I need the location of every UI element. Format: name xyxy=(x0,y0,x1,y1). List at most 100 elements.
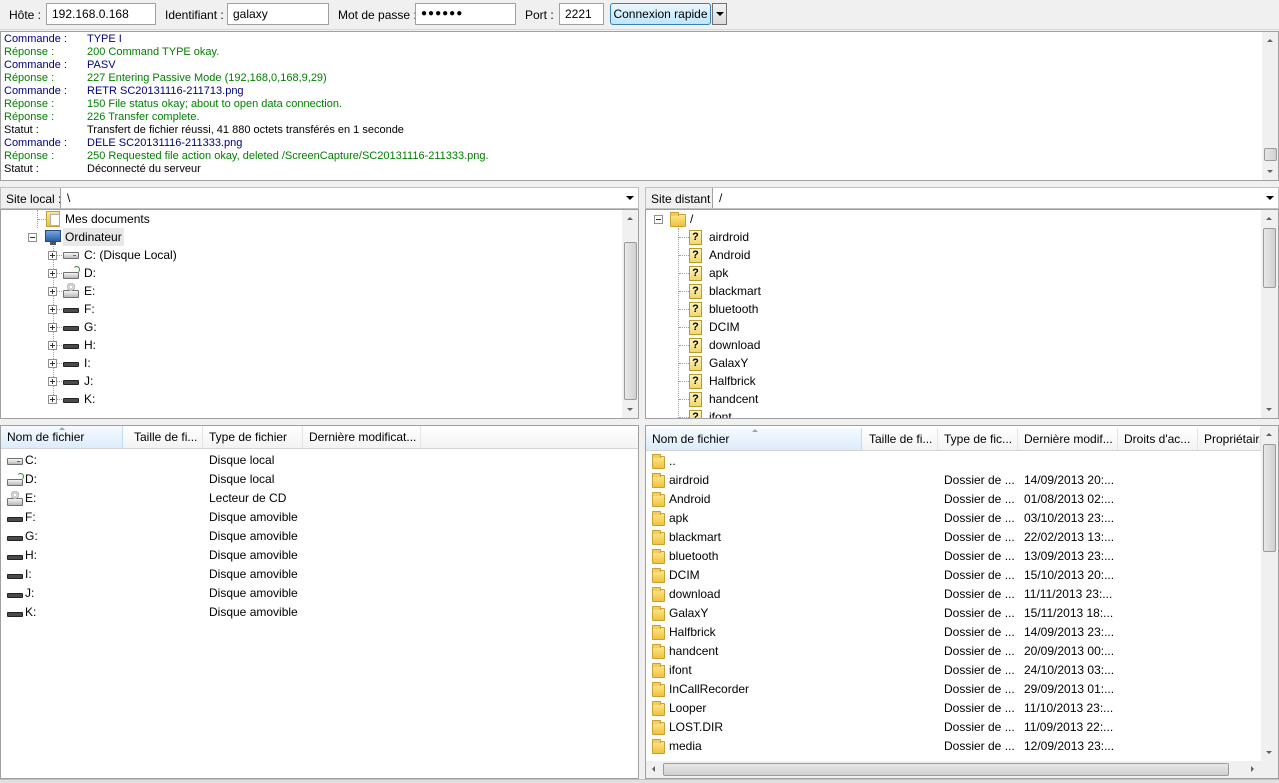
column-header-owner[interactable]: Propriétair... xyxy=(1198,428,1261,450)
column-header-filename[interactable]: Nom de fichier xyxy=(1,426,123,448)
tree-item-folder[interactable]: ? GalaxY xyxy=(646,354,1046,372)
tree-item-folder[interactable]: ? airdroid xyxy=(646,228,1046,246)
table-row[interactable]: Android Dossier de ... 01/08/2013 02:... xyxy=(646,490,1258,509)
table-row[interactable]: airdroid Dossier de ... 14/09/2013 20:... xyxy=(646,471,1258,490)
scroll-up-icon[interactable] xyxy=(1261,210,1278,227)
scroll-down-icon[interactable] xyxy=(1262,163,1278,180)
local-file-list[interactable]: Nom de fichier Taille de fi... Type de f… xyxy=(0,425,639,779)
scrollbar-thumb[interactable] xyxy=(1263,444,1276,552)
expand-icon[interactable] xyxy=(48,287,57,296)
tree-item-folder[interactable]: ? ifont xyxy=(646,408,1046,418)
tree-item-drive[interactable]: E: xyxy=(1,282,401,300)
table-row[interactable]: LOST.DIR Dossier de ... 11/09/2013 22:... xyxy=(646,718,1258,737)
column-header-type[interactable]: Type de fic... xyxy=(938,428,1018,450)
tree-item-drive[interactable]: I: xyxy=(1,354,401,372)
table-row[interactable]: GalaxY Dossier de ... 15/11/2013 18:... xyxy=(646,604,1258,623)
column-header-size[interactable]: Taille de fi... xyxy=(128,426,203,448)
tree-item-folder[interactable]: ? Halfbrick xyxy=(646,372,1046,390)
scrollbar-thumb[interactable] xyxy=(624,242,637,400)
remote-tree-scrollbar[interactable] xyxy=(1261,210,1278,418)
tree-item-drive[interactable]: D: xyxy=(1,264,401,282)
scroll-down-icon[interactable] xyxy=(622,401,638,418)
expand-icon[interactable] xyxy=(48,359,57,368)
tree-item-drive[interactable]: F: xyxy=(1,300,401,318)
table-row[interactable]: K: Disque amovible xyxy=(1,603,621,622)
tree-item-folder[interactable]: ? DCIM xyxy=(646,318,1046,336)
column-header-modified[interactable]: Dernière modificat... xyxy=(303,426,421,448)
local-directory-tree[interactable]: Mes documents Ordinateur C: (Disque Loca… xyxy=(0,209,639,419)
scroll-up-icon[interactable] xyxy=(1261,426,1278,443)
scroll-left-icon[interactable] xyxy=(646,761,663,778)
scrollbar-thumb[interactable] xyxy=(1264,148,1277,161)
tree-item-folder[interactable]: ? blackmart xyxy=(646,282,1046,300)
remote-directory-tree[interactable]: / ? airdroid? Android? apk? blackmart? blueto… xyxy=(645,209,1279,419)
table-row[interactable]: G: Disque amovible xyxy=(1,527,621,546)
expand-icon[interactable] xyxy=(48,323,57,332)
scroll-down-icon[interactable] xyxy=(1261,744,1278,761)
table-row[interactable]: J: Disque amovible xyxy=(1,584,621,603)
column-header-permissions[interactable]: Droits d'ac... xyxy=(1118,428,1198,450)
column-header-modified[interactable]: Dernière modif... xyxy=(1018,428,1118,450)
table-row[interactable]: InCallRecorder Dossier de ... 29/09/2013 0… xyxy=(646,680,1258,699)
tree-item-folder[interactable]: ? apk xyxy=(646,264,1046,282)
password-input[interactable]: ●●●●●● xyxy=(415,3,516,25)
scrollbar-thumb[interactable] xyxy=(1263,228,1276,288)
table-row[interactable]: H: Disque amovible xyxy=(1,546,621,565)
scrollbar-thumb[interactable] xyxy=(663,763,1229,776)
table-row[interactable]: bluetooth Dossier de ... 13/09/2013 23:... xyxy=(646,547,1258,566)
tree-item-drive[interactable]: H: xyxy=(1,336,401,354)
quickconnect-button[interactable]: Connexion rapide xyxy=(610,3,711,25)
column-header-type[interactable]: Type de fichier xyxy=(203,426,303,448)
local-path-combobox[interactable]: \ xyxy=(60,188,638,208)
table-row[interactable]: D: Disque local xyxy=(1,470,621,489)
column-header-filename[interactable]: Nom de fichier xyxy=(646,428,862,450)
scroll-down-icon[interactable] xyxy=(1261,401,1278,418)
table-row[interactable]: C: Disque local xyxy=(1,451,621,470)
tree-item-folder[interactable]: ? handcent xyxy=(646,390,1046,408)
expand-icon[interactable] xyxy=(48,395,57,404)
tree-item-computer[interactable]: Ordinateur xyxy=(1,228,301,246)
expand-icon[interactable] xyxy=(48,269,57,278)
table-row[interactable]: F: Disque amovible xyxy=(1,508,621,527)
scroll-up-icon[interactable] xyxy=(622,210,638,227)
expand-icon[interactable] xyxy=(48,251,57,260)
table-row[interactable]: download Dossier de ... 11/11/2013 23:... xyxy=(646,585,1258,604)
table-row[interactable]: apk Dossier de ... 03/10/2013 23:... xyxy=(646,509,1258,528)
tree-item-folder[interactable]: ? Android xyxy=(646,246,1046,264)
table-row[interactable]: handcent Dossier de ... 20/09/2013 00:... xyxy=(646,642,1258,661)
tree-item-drive[interactable]: K: xyxy=(1,390,401,408)
tree-item-root[interactable]: / xyxy=(646,210,946,228)
table-row[interactable]: Looper Dossier de ... 11/10/2013 23:... xyxy=(646,699,1258,718)
expand-icon[interactable] xyxy=(48,305,57,314)
table-row[interactable]: E: Lecteur de CD xyxy=(1,489,621,508)
message-log[interactable]: Commande : TYPE I Réponse : 200 Command TYP… xyxy=(0,31,1279,181)
table-row[interactable]: blackmart Dossier de ... 22/02/2013 13:... xyxy=(646,528,1258,547)
tree-item-documents[interactable]: Mes documents xyxy=(1,210,301,228)
table-row[interactable]: I: Disque amovible xyxy=(1,565,621,584)
remote-list-scrollbar[interactable] xyxy=(1261,426,1278,761)
remote-path-combobox[interactable]: / xyxy=(712,188,1278,208)
collapse-icon[interactable] xyxy=(28,233,37,242)
remote-list-hscrollbar[interactable] xyxy=(646,761,1278,778)
local-tree-scrollbar[interactable] xyxy=(622,210,638,418)
quickconnect-history-dropdown[interactable] xyxy=(712,3,727,25)
table-row[interactable]: .. xyxy=(646,452,1258,471)
tree-item-drive[interactable]: J: xyxy=(1,372,401,390)
remote-file-list[interactable]: Nom de fichier Taille de fi... Type de f… xyxy=(645,425,1279,779)
scroll-right-icon[interactable] xyxy=(1244,761,1261,778)
username-input[interactable]: galaxy xyxy=(227,3,329,25)
tree-item-drive[interactable]: G: xyxy=(1,318,401,336)
host-input[interactable]: 192.168.0.168 xyxy=(46,3,156,25)
scroll-up-icon[interactable] xyxy=(1262,32,1278,49)
log-scrollbar[interactable] xyxy=(1262,32,1278,180)
tree-item-folder[interactable]: ? bluetooth xyxy=(646,300,1046,318)
port-input[interactable]: 2221 xyxy=(559,3,604,25)
expand-icon[interactable] xyxy=(48,341,57,350)
collapse-icon[interactable] xyxy=(654,215,663,224)
tree-item-drive[interactable]: C: (Disque Local) xyxy=(1,246,401,264)
table-row[interactable]: Halfbrick Dossier de ... 14/09/2013 23:... xyxy=(646,623,1258,642)
table-row[interactable]: media Dossier de ... 12/09/2013 23:... xyxy=(646,737,1258,756)
table-row[interactable]: ifont Dossier de ... 24/10/2013 03:... xyxy=(646,661,1258,680)
tree-item-folder[interactable]: ? download xyxy=(646,336,1046,354)
table-row[interactable]: DCIM Dossier de ... 15/10/2013 20:... xyxy=(646,566,1258,585)
